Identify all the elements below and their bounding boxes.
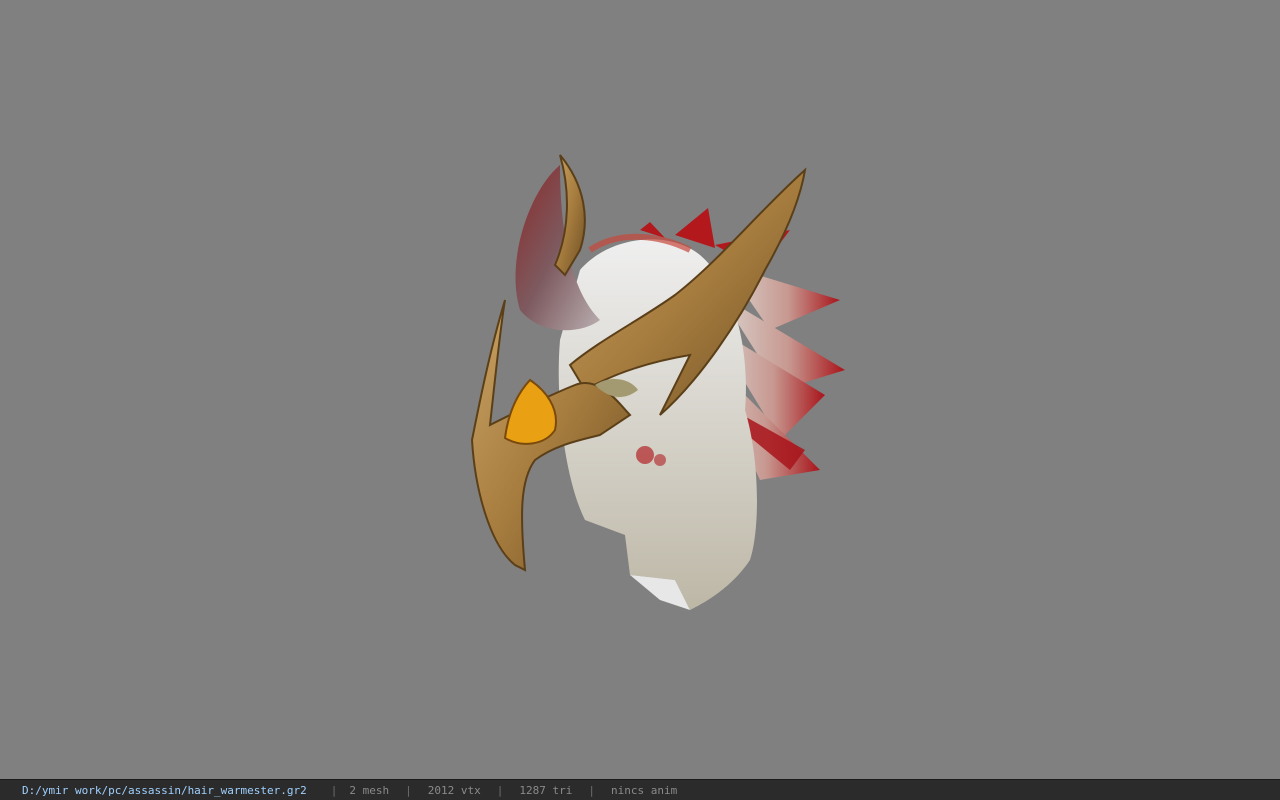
file-path-label: D:/ymir work/pc/assassin/hair_warmester.… — [22, 783, 307, 797]
status-separator: | — [588, 783, 595, 797]
horn — [515, 165, 600, 331]
status-bar: D:/ymir work/pc/assassin/hair_warmester.… — [0, 779, 1280, 800]
triangle-count-label: 1287 tri — [519, 783, 573, 797]
vertex-count-label: 2012 vtx — [427, 783, 481, 797]
status-separator: | — [405, 783, 412, 797]
anim-status-label: nincs anim — [611, 783, 678, 797]
mesh-count-label: 2 mesh — [349, 783, 390, 797]
3d-viewport[interactable] — [0, 0, 1280, 779]
status-separator: | — [496, 783, 504, 797]
status-separator: | — [330, 783, 338, 797]
helmet-model[interactable] — [460, 150, 860, 620]
